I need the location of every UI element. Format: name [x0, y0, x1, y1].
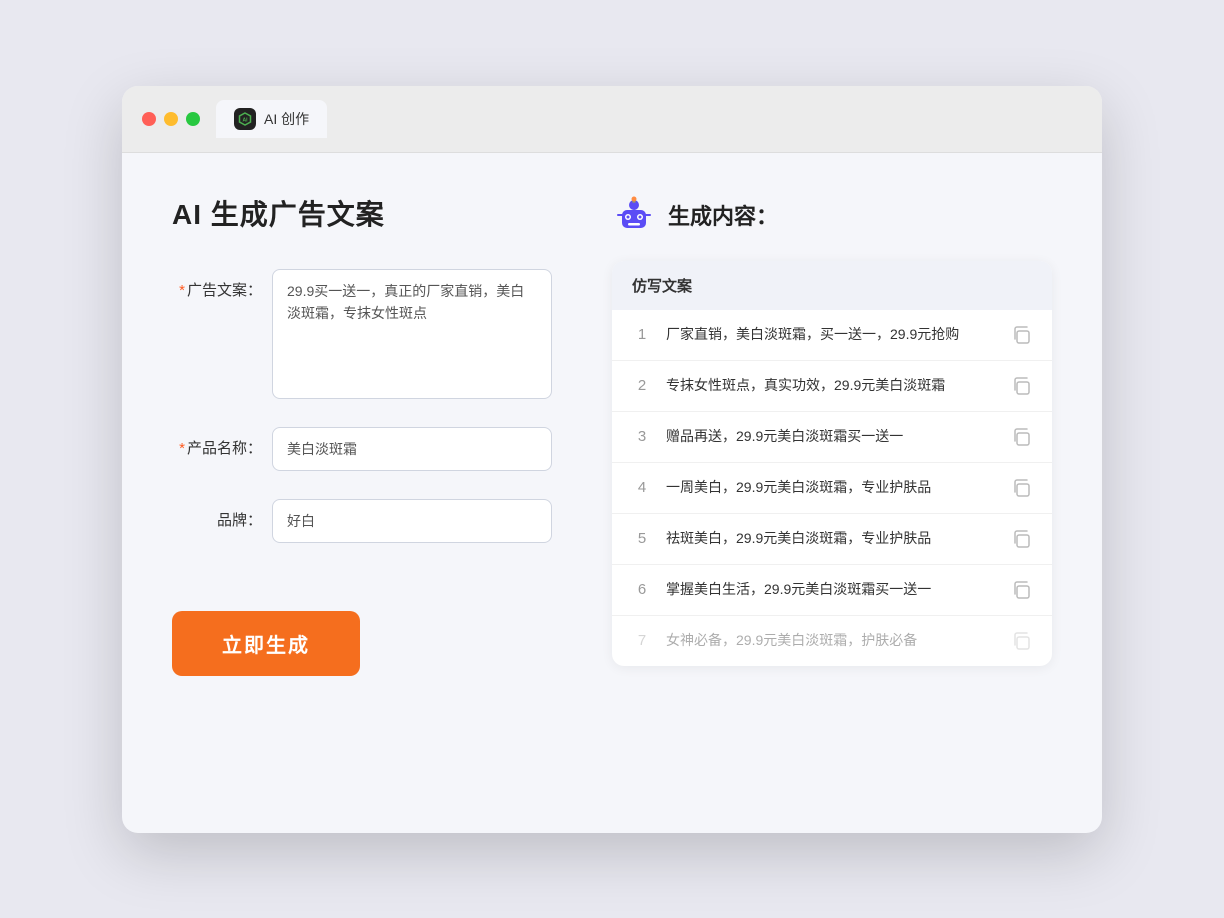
product-name-input[interactable]	[272, 427, 552, 471]
result-row-2: 2 专抹女性斑点，真实功效，29.9元美白淡斑霜	[612, 361, 1052, 412]
result-header: 生成内容：	[612, 193, 1052, 237]
result-row-1: 1 厂家直销，美白淡斑霜，买一送一，29.9元抢购	[612, 310, 1052, 361]
row-num-6: 6	[632, 581, 652, 598]
required-star-1: *	[179, 282, 185, 299]
copy-icon-5[interactable]	[1010, 528, 1032, 550]
page-title: AI 生成广告文案	[172, 193, 552, 233]
required-star-2: *	[179, 440, 185, 457]
row-num-2: 2	[632, 377, 652, 394]
title-bar: AI AI 创作	[122, 86, 1102, 153]
generate-button[interactable]: 立即生成	[172, 611, 360, 676]
row-text-2: 专抹女性斑点，真实功效，29.9元美白淡斑霜	[666, 375, 996, 396]
row-text-1: 厂家直销，美白淡斑霜，买一送一，29.9元抢购	[666, 324, 996, 345]
right-panel: 生成内容： 仿写文案 1 厂家直销，美白淡斑霜，买一送一，29.9元抢购 2 专…	[612, 193, 1052, 793]
row-num-4: 4	[632, 479, 652, 496]
result-row-6: 6 掌握美白生活，29.9元美白淡斑霜买一送一	[612, 565, 1052, 616]
svg-text:AI: AI	[243, 117, 249, 123]
row-text-3: 赠品再送，29.9元美白淡斑霜买一送一	[666, 426, 996, 447]
left-panel: AI 生成广告文案 *广告文案： 29.9买一送一，真正的厂家直销，美白淡斑霜，…	[172, 193, 552, 793]
minimize-button[interactable]	[164, 112, 178, 126]
close-button[interactable]	[142, 112, 156, 126]
brand-label: 品牌：	[172, 499, 262, 530]
row-num-5: 5	[632, 530, 652, 547]
brand-group: 品牌：	[172, 499, 552, 543]
row-text-7: 女神必备，29.9元美白淡斑霜，护肤必备	[666, 630, 996, 651]
brand-input[interactable]	[272, 499, 552, 543]
traffic-lights	[142, 112, 200, 126]
result-row-5: 5 祛斑美白，29.9元美白淡斑霜，专业护肤品	[612, 514, 1052, 565]
copy-icon-3[interactable]	[1010, 426, 1032, 448]
copy-icon-1[interactable]	[1010, 324, 1032, 346]
browser-window: AI AI 创作 AI 生成广告文案 *广告文案： 29.9买一送一，真正的厂家…	[122, 86, 1102, 833]
result-row-4: 4 一周美白，29.9元美白淡斑霜，专业护肤品	[612, 463, 1052, 514]
row-text-5: 祛斑美白，29.9元美白淡斑霜，专业护肤品	[666, 528, 996, 549]
main-content: AI 生成广告文案 *广告文案： 29.9买一送一，真正的厂家直销，美白淡斑霜，…	[122, 153, 1102, 833]
copy-icon-2[interactable]	[1010, 375, 1032, 397]
ad-copy-group: *广告文案： 29.9买一送一，真正的厂家直销，美白淡斑霜，专抹女性斑点	[172, 269, 552, 399]
robot-icon	[612, 193, 656, 237]
result-row-7: 7 女神必备，29.9元美白淡斑霜，护肤必备	[612, 616, 1052, 666]
result-title: 生成内容：	[668, 199, 778, 231]
row-num-3: 3	[632, 428, 652, 445]
product-name-label: *产品名称：	[172, 427, 262, 458]
ad-copy-label: *广告文案：	[172, 269, 262, 300]
row-num-1: 1	[632, 326, 652, 343]
ai-tab-icon: AI	[234, 108, 256, 130]
row-text-4: 一周美白，29.9元美白淡斑霜，专业护肤品	[666, 477, 996, 498]
copy-icon-7[interactable]	[1010, 630, 1032, 652]
row-num-7: 7	[632, 632, 652, 649]
ai-tab[interactable]: AI AI 创作	[216, 100, 327, 138]
copy-icon-4[interactable]	[1010, 477, 1032, 499]
table-header: 仿写文案	[612, 261, 1052, 310]
copy-icon-6[interactable]	[1010, 579, 1032, 601]
ad-copy-input[interactable]: 29.9买一送一，真正的厂家直销，美白淡斑霜，专抹女性斑点	[272, 269, 552, 399]
row-text-6: 掌握美白生活，29.9元美白淡斑霜买一送一	[666, 579, 996, 600]
result-row-3: 3 赠品再送，29.9元美白淡斑霜买一送一	[612, 412, 1052, 463]
result-table: 仿写文案 1 厂家直销，美白淡斑霜，买一送一，29.9元抢购 2 专抹女性斑点，…	[612, 261, 1052, 666]
tab-label: AI 创作	[264, 109, 309, 129]
product-name-group: *产品名称：	[172, 427, 552, 471]
maximize-button[interactable]	[186, 112, 200, 126]
